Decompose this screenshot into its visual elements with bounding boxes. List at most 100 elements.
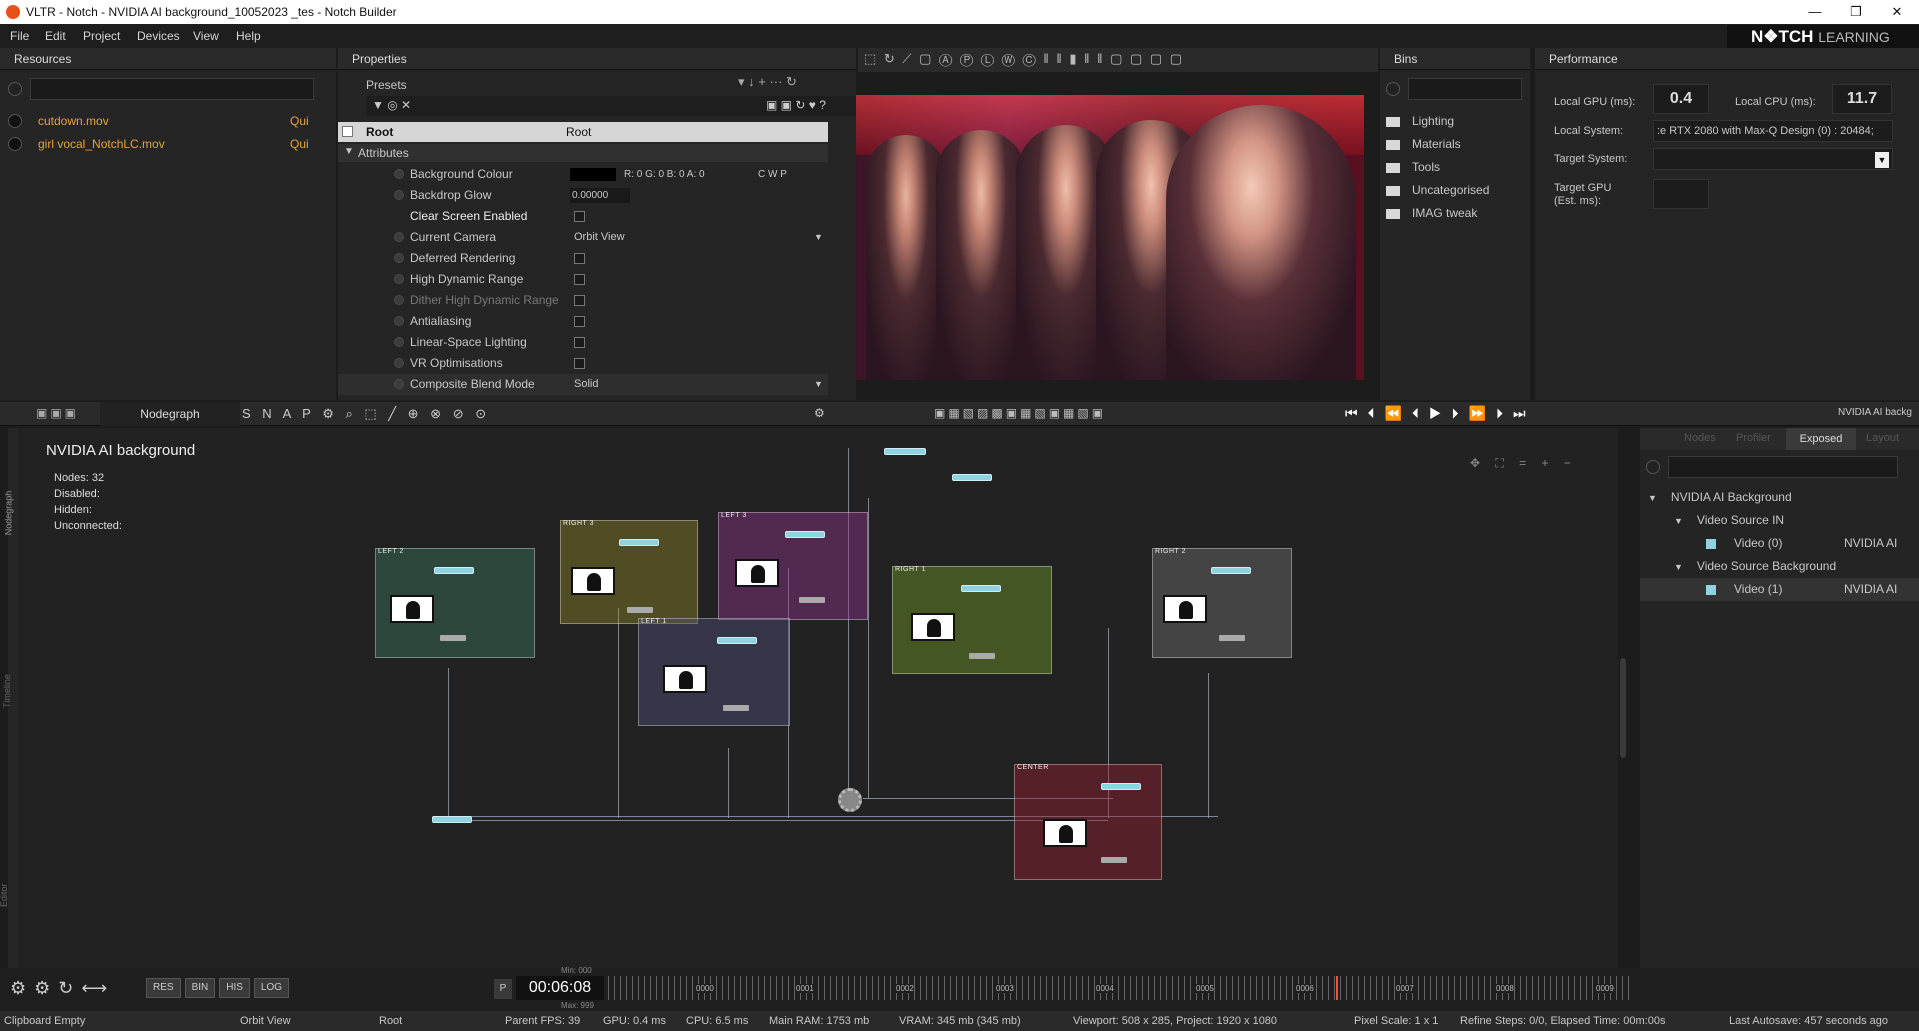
layout-icons[interactable]: ▣▣▣ [36,406,79,420]
node[interactable] [1101,857,1127,863]
attr-checkbox[interactable] [574,316,585,327]
his-button[interactable]: HIS [219,978,250,998]
attr-row[interactable]: Linear-Space Lighting [338,332,828,353]
viewport-render[interactable] [856,95,1364,380]
keyframe-icon[interactable] [394,379,404,389]
node[interactable] [1211,567,1251,574]
node[interactable] [1101,783,1141,790]
bin-item[interactable]: Lighting [1386,110,1526,133]
chevron-down-icon[interactable]: ▼ [1875,152,1889,168]
keyframe-icon[interactable] [394,337,404,347]
node[interactable] [799,597,825,603]
collapse-icon[interactable]: ▼ [1648,493,1657,503]
collapse-icon[interactable]: ▼ [1674,516,1683,526]
timeline-ruler[interactable]: 0000 0001 0002 0003 0004 0005 0006 0007 … [608,976,1633,1000]
viewport-tools-icon[interactable]: ⬚ ↻ ⟋ ▢ Ⓐ Ⓟ Ⓛ Ⓦ Ⓒ ‖ ‖ ▮ ‖ ‖ ▢ ▢ ▢ ▢ [864,51,1184,67]
bin-button[interactable]: BIN [184,978,216,998]
node[interactable] [961,585,1001,592]
node-group[interactable]: RIGHT 2 [1152,548,1292,658]
attr-row[interactable]: Antialiasing [338,311,828,332]
filter-icon[interactable]: ▼ ◎ ✕ [372,98,411,112]
p-button[interactable]: P [494,979,512,999]
snap-toolbar[interactable]: S N A P ⚙ ⌕ ⬚ ╱ ⊕ ⊗ ⊘ ⊙ [242,406,490,422]
timecode-display[interactable]: 00:06:08 [516,976,604,1000]
tree-item[interactable]: ▼ Video Source IN [1640,509,1919,532]
node-group[interactable]: RIGHT 3 [560,520,698,624]
video-node-icon[interactable] [390,595,434,623]
node[interactable] [627,607,653,613]
video-node-icon[interactable] [663,665,707,693]
node[interactable] [1219,635,1245,641]
close-button[interactable]: ✕ [1877,2,1917,22]
timeline-tools-icon[interactable]: ⚙⚙↻⟷ [10,978,115,999]
side-tab-timeline[interactable]: Timeline [2,674,12,708]
tab-nodes[interactable]: Nodes [1684,432,1716,444]
exposed-search-input[interactable] [1668,456,1898,478]
video-node-icon[interactable] [571,567,615,595]
node[interactable] [969,653,995,659]
log-button[interactable]: LOG [253,978,290,998]
nodegraph-scrollbar[interactable] [1620,658,1626,758]
color-modes[interactable]: C W P [758,164,787,185]
node-group[interactable]: LEFT 3 [718,512,868,620]
menu-help[interactable]: Help [236,29,261,43]
view-tools-icon[interactable]: ▣▦▧▨▩▣▦▧▣▦▧▣ [934,406,1106,420]
filter-icon[interactable] [8,82,22,96]
menu-view[interactable]: View [193,29,219,43]
node[interactable] [884,448,926,455]
menu-edit[interactable]: Edit [45,29,66,43]
tab-layout[interactable]: Layout [1866,432,1899,444]
node-group[interactable]: LEFT 1 [638,618,790,726]
attr-value[interactable]: 0.00000 [570,188,630,203]
video-node-icon[interactable] [1163,595,1207,623]
bin-item[interactable]: Uncategorised [1386,179,1526,202]
attr-checkbox[interactable] [574,358,585,369]
chevron-down-icon[interactable]: ▼ [814,227,823,248]
video-node-icon[interactable] [1043,819,1087,847]
root-row[interactable]: Root Root [338,122,828,142]
attr-row[interactable]: Deferred Rendering [338,248,828,269]
attr-checkbox[interactable] [574,211,585,222]
attr-checkbox[interactable] [574,274,585,285]
attr-row[interactable]: Dither High Dynamic Range [338,290,828,311]
playhead[interactable] [1336,976,1338,1000]
transport-controls[interactable]: ⏮⏴⏪⏴▶⏵⏩⏵⏭ [1345,405,1536,422]
menu-file[interactable]: File [10,29,29,43]
side-tab-nodegraph[interactable]: Nodegraph [3,491,13,536]
attr-value[interactable]: Orbit View [574,227,625,248]
keyframe-icon[interactable] [394,190,404,200]
play-icon[interactable] [8,137,22,151]
attr-value[interactable]: Solid [574,374,598,395]
tab-nodegraph[interactable]: Nodegraph [100,402,240,426]
gear-node-icon[interactable] [838,788,862,812]
bins-search-input[interactable] [1408,78,1522,100]
attr-row[interactable]: Background Colour R: 0 G: 0 B: 0 A: 0 C W … [338,164,828,185]
keyframe-icon[interactable] [394,358,404,368]
target-system-select[interactable] [1653,148,1893,170]
attr-row[interactable]: Backdrop Glow 0.00000 [338,185,828,206]
preset-actions-icon[interactable]: ▣ ▣ ↻ ♥ ? [766,98,826,112]
maximize-button[interactable]: ❐ [1836,2,1876,22]
node-group[interactable]: LEFT 2 [375,548,535,658]
attr-checkbox[interactable] [574,295,585,306]
res-button[interactable]: RES [146,978,181,998]
chevron-down-icon[interactable]: ▼ [814,374,823,395]
video-node-icon[interactable] [911,613,955,641]
node[interactable] [717,637,757,644]
keyframe-icon[interactable] [394,295,404,305]
bin-item[interactable]: Materials [1386,133,1526,156]
tree-item[interactable]: Video (0) NVIDIA AI [1640,532,1919,555]
tree-item[interactable]: ▼ Video Source Background [1640,555,1919,578]
node[interactable] [952,474,992,481]
keyframe-icon[interactable] [394,253,404,263]
play-icon[interactable] [8,114,22,128]
node[interactable] [723,705,749,711]
filter-icon[interactable] [1646,460,1660,474]
menu-devices[interactable]: Devices [137,29,180,43]
keyframe-icon[interactable] [394,169,404,179]
root-checkbox[interactable] [342,126,353,137]
bin-item[interactable]: Tools [1386,156,1526,179]
collapse-icon[interactable]: ▼ [1674,562,1683,572]
attr-row[interactable]: VR Optimisations [338,353,828,374]
presets-tools-icon[interactable]: ▾ ↓ + ··· ↻ [738,74,797,90]
